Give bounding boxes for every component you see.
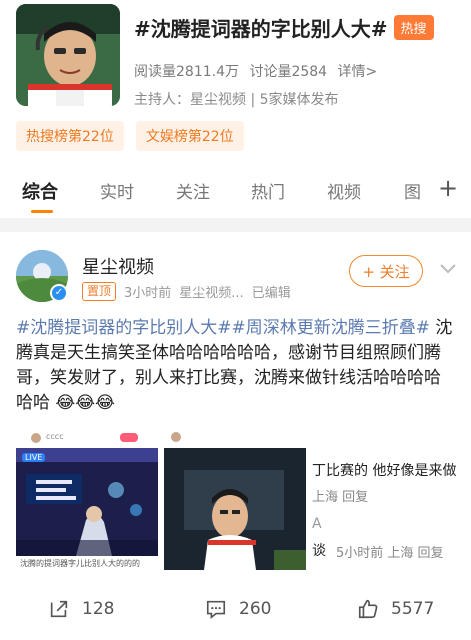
topic-title: #沈腾提词器的字比别人大# bbox=[134, 16, 388, 41]
rank-row: 热搜榜第22位 文娱榜第22位 bbox=[16, 121, 244, 151]
topic-stats: 阅读量2811.4万 讨论量2584 详情> bbox=[134, 61, 383, 81]
tab-image[interactable]: 图 bbox=[404, 178, 421, 203]
action-bar: 128 260 5577 bbox=[0, 588, 471, 632]
active-tab-indicator bbox=[31, 210, 53, 213]
comment-count: 260 bbox=[239, 599, 272, 619]
follow-button[interactable]: + 关注 bbox=[349, 255, 423, 287]
comment-icon bbox=[206, 600, 226, 619]
preview-comment-2-avatar-label: A bbox=[312, 516, 322, 532]
topic-header: #沈腾提词器的字比别人大# 热搜 阅读量2811.4万 讨论量2584 详情> … bbox=[0, 0, 471, 218]
tab-video[interactable]: 视频 bbox=[327, 178, 361, 203]
rank-chip-hot-search[interactable]: 热搜榜第22位 bbox=[16, 121, 124, 151]
pinned-badge: 置顶 bbox=[82, 282, 117, 301]
media-thumbnail-2[interactable] bbox=[164, 430, 306, 570]
live-badge: LIVE bbox=[22, 453, 46, 462]
verified-icon: ✓ bbox=[50, 284, 68, 302]
discuss-count: 讨论量2584 bbox=[249, 64, 328, 80]
post-source: 星尘视频... bbox=[179, 286, 244, 301]
preview-comment-1: 丁比赛的 他好像是来做 bbox=[312, 463, 457, 479]
repost-count: 128 bbox=[82, 599, 115, 619]
post-text: #沈腾提词器的字比别人大##周深林更新沈腾三折叠# 沈腾真是天生搞笑圣体哈哈哈哈… bbox=[16, 316, 456, 416]
comments-preview[interactable]: 丁比赛的 他好像是来做 上海 回复 A 谈 5小时前 上海 回复 bbox=[312, 430, 460, 570]
comment-button[interactable]: 260 bbox=[205, 598, 271, 620]
chevron-down-icon[interactable] bbox=[438, 258, 458, 278]
post-card: ✓ 星尘视频 置顶 3小时前 星尘视频... 已编辑 + 关注 #沈腾提词器的字… bbox=[0, 232, 471, 640]
repost-button[interactable]: 128 bbox=[48, 598, 114, 620]
media-row: LIVE cccc 沈腾的提词器字儿比别人大的的的 丁比赛的 他好像是来做 上海… bbox=[16, 430, 456, 570]
post-time: 3小时前 bbox=[124, 286, 172, 301]
like-button[interactable]: 5577 bbox=[357, 598, 434, 620]
topic-host[interactable]: 主持人：星尘视频 | 5家媒体发布 bbox=[134, 89, 339, 109]
repost-icon bbox=[50, 600, 68, 618]
hot-badge: 热搜 bbox=[393, 14, 434, 40]
topic-thumbnail[interactable] bbox=[16, 4, 120, 106]
hashtag-link[interactable]: #沈腾提词器的字比别人大# bbox=[16, 318, 232, 338]
preview-comment-2-meta: 5小时前 上海 回复 bbox=[336, 546, 444, 561]
author-name[interactable]: 星尘视频 bbox=[82, 253, 154, 279]
post-meta: 置顶 3小时前 星尘视频... 已编辑 bbox=[82, 282, 291, 301]
hashtag-link-2[interactable]: #周深林更新沈腾三折叠# bbox=[232, 318, 431, 338]
preview-comment-2-name: 谈 bbox=[312, 543, 326, 559]
thumb-caption: 沈腾的提词器字儿比别人大的的的 bbox=[20, 559, 140, 568]
preview-comment-1-meta: 上海 回复 bbox=[312, 490, 369, 505]
detail-link[interactable]: 详情> bbox=[338, 64, 378, 80]
add-tab-icon[interactable]: + bbox=[438, 174, 458, 202]
media-thumbnail-1[interactable]: LIVE cccc 沈腾的提词器字儿比别人大的的的 bbox=[16, 430, 158, 570]
tab-comprehensive[interactable]: 综合 bbox=[22, 178, 58, 204]
tab-hot[interactable]: 热门 bbox=[251, 178, 285, 203]
rank-chip-entertainment[interactable]: 文娱榜第22位 bbox=[135, 121, 244, 151]
thumb-username: cccc bbox=[46, 432, 64, 441]
tab-realtime[interactable]: 实时 bbox=[100, 178, 134, 203]
topic-title-row: #沈腾提词器的字比别人大# 热搜 bbox=[134, 12, 464, 42]
like-count: 5577 bbox=[391, 599, 435, 619]
tab-following[interactable]: 关注 bbox=[176, 178, 210, 203]
thumbs-up-icon bbox=[358, 599, 378, 619]
tab-bar: 综合 实时 关注 热门 视频 图 + bbox=[0, 172, 471, 218]
edited-label: 已编辑 bbox=[251, 286, 291, 301]
read-count: 阅读量2811.4万 bbox=[134, 64, 239, 80]
